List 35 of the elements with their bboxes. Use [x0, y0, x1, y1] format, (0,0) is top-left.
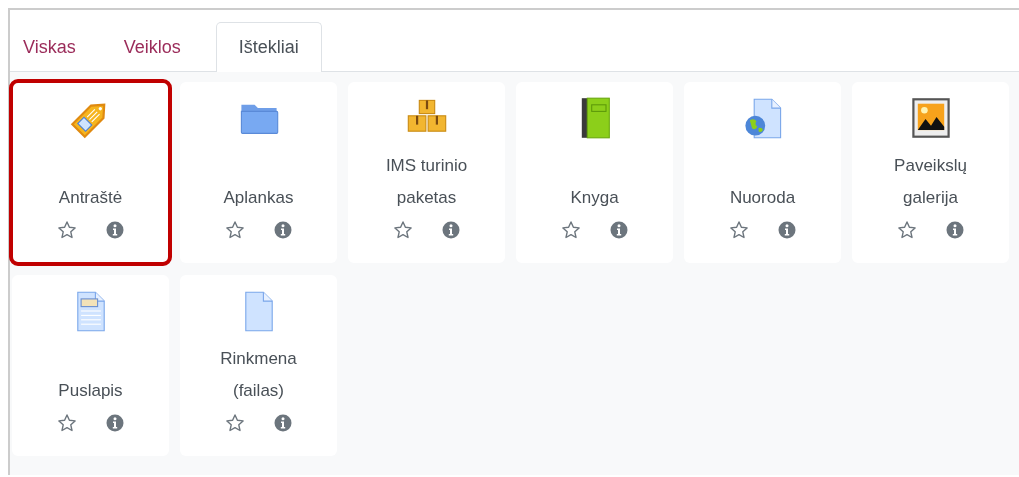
info-icon[interactable] — [440, 220, 461, 240]
module-card[interactable]: IMS turinio paketas — [348, 82, 505, 263]
info-icon[interactable] — [104, 220, 125, 240]
star-icon[interactable] — [56, 220, 77, 240]
module-name: Aplankas — [222, 187, 295, 209]
info-icon[interactable] — [944, 220, 965, 240]
star-icon[interactable] — [224, 413, 245, 433]
module-card[interactable]: Knyga — [516, 82, 673, 263]
module-name: Rinkmena (failas) — [219, 348, 298, 402]
module-card[interactable]: Nuoroda — [684, 82, 841, 263]
module-card[interactable]: Aplankas — [180, 82, 337, 263]
info-icon[interactable] — [272, 220, 293, 240]
info-icon[interactable] — [272, 413, 293, 433]
module-name: Paveikslų galerija — [893, 155, 968, 209]
star-icon[interactable] — [896, 220, 917, 240]
info-icon[interactable] — [776, 220, 797, 240]
module-card[interactable]: Rinkmena (failas) — [180, 275, 337, 456]
module-name: Nuoroda — [728, 187, 797, 209]
module-name: Puslapis — [57, 380, 124, 402]
star-icon[interactable] — [224, 220, 245, 240]
module-card[interactable]: Puslapis — [12, 275, 169, 456]
module-card[interactable]: Paveikslų galerija — [852, 82, 1009, 263]
tab[interactable]: Ištekliai — [215, 22, 322, 72]
module-name: IMS turinio paketas — [384, 155, 469, 209]
info-icon[interactable] — [608, 220, 629, 240]
tab[interactable]: Viskas — [10, 22, 99, 72]
module-name: Antraštė — [57, 187, 124, 209]
star-icon[interactable] — [728, 220, 749, 240]
module-name: Knyga — [569, 187, 620, 209]
info-icon[interactable] — [104, 413, 125, 433]
star-icon[interactable] — [560, 220, 581, 240]
tab[interactable]: Veiklos — [110, 22, 204, 72]
module-card[interactable]: Antraštė — [12, 82, 169, 263]
star-icon[interactable] — [56, 413, 77, 433]
star-icon[interactable] — [392, 220, 413, 240]
